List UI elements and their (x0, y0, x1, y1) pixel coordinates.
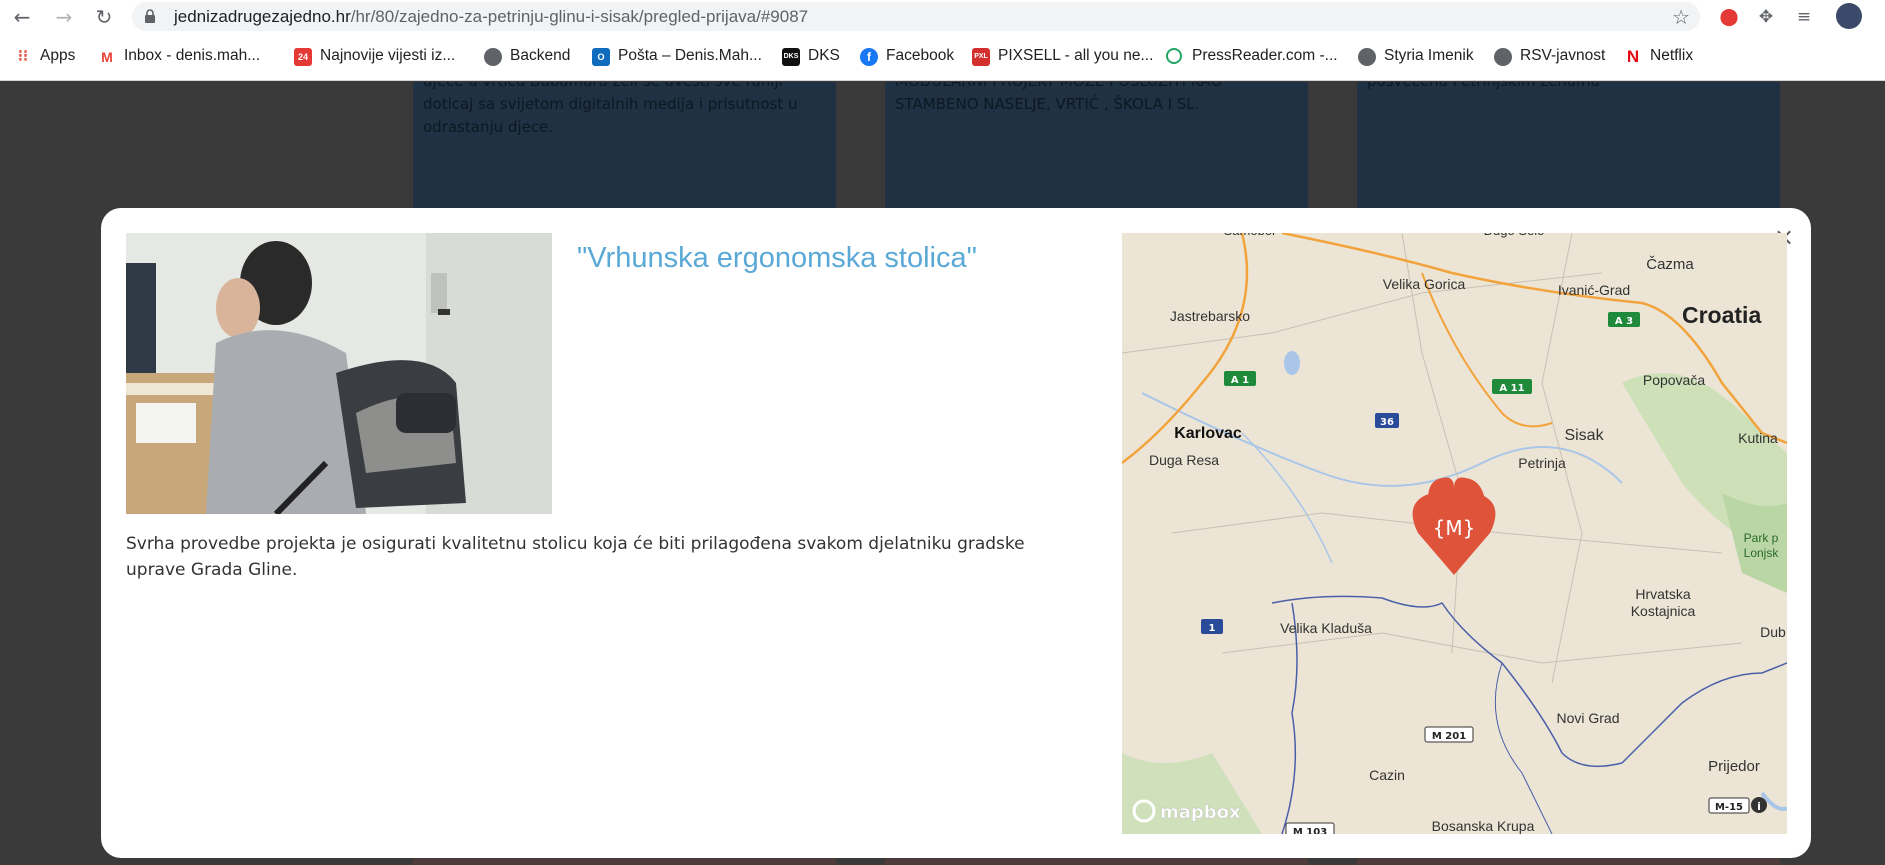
facebook-icon: f (860, 48, 878, 66)
map-place-label: Samobor (1224, 233, 1277, 238)
road-shield: M 201 (1424, 726, 1474, 743)
news-icon: 24 (294, 48, 312, 66)
svg-text:A 3: A 3 (1615, 316, 1633, 327)
address-bar[interactable]: jednizadrugezajedno.hr/hr/80/zajedno-za-… (132, 2, 1700, 31)
project-description: Svrha provedbe projekta je osigurati kva… (126, 534, 1025, 580)
lake (1284, 351, 1300, 375)
map-place-label: Cazin (1369, 767, 1405, 783)
map-place-label: Prijedor (1708, 758, 1760, 775)
outlook-icon: O (592, 48, 610, 66)
lock-icon (145, 9, 155, 23)
map-place-label: Kutina (1738, 430, 1778, 446)
project-photo (126, 233, 552, 514)
reading-list-icon[interactable]: ≡ (1792, 6, 1816, 28)
back-arrow-icon[interactable]: ← (10, 5, 34, 29)
netflix-icon: N (1626, 47, 1640, 66)
attribution-text: mapbox (1160, 802, 1241, 823)
gmail-icon: M (98, 48, 116, 66)
map-place-label: Duga Resa (1149, 452, 1219, 468)
map-place-label: Kostajnica (1631, 603, 1696, 619)
map-place-label: Lonjsk (1744, 546, 1780, 560)
svg-text:M 103: M 103 (1293, 827, 1327, 834)
location-map[interactable]: Samobor Dugo Selo Čazma Velika Gorica Ivanić… (1122, 233, 1787, 834)
map-place-label: Petrinja (1518, 455, 1566, 471)
bookmark-gmail[interactable]: M Inbox - denis.mah... (98, 45, 260, 67)
map-place-label: Velika Kladuša (1280, 620, 1372, 636)
map-place-label: Dub (1760, 624, 1786, 640)
svg-text:1: 1 (1209, 623, 1216, 634)
bookmark-pressreader[interactable]: PressReader.com -... (1166, 45, 1338, 67)
map-place-label: Sisak (1564, 427, 1604, 444)
map-place-label: Bosanska Krupa (1432, 818, 1535, 834)
marker-label: {M} (1433, 516, 1476, 540)
road-shield: M-15 (1708, 797, 1750, 814)
bookmarks-bar: ⁝⁝ Apps M Inbox - denis.mah... 24 Najnovije… (0, 34, 1885, 81)
project-card[interactable]: MODULARNI PROJEKT MOŽE POSLUŽITI KAO STA… (885, 82, 1308, 217)
road-shield: A 11 (1492, 379, 1532, 394)
extensions-puzzle-icon[interactable]: ✥ (1754, 6, 1778, 28)
bookmark-apps[interactable]: ⁝⁝ Apps (14, 45, 75, 67)
bookmark-rsv[interactable]: RSV-javnost (1494, 45, 1605, 67)
svg-text:A 1: A 1 (1231, 375, 1249, 386)
globe-icon (484, 48, 502, 66)
bookmark-pixsell[interactable]: PXL PIXSELL - all you ne... (972, 45, 1153, 67)
map-place-label: Park p (1744, 531, 1779, 545)
map-place-label: Jastrebarsko (1170, 308, 1250, 324)
road-shield: M 103 (1285, 822, 1335, 834)
svg-text:36: 36 (1380, 417, 1394, 428)
map-country-label: Croatia (1682, 302, 1761, 328)
bookmark-dks[interactable]: DKS DKS (782, 45, 840, 67)
map-place-label: Hrvatska (1635, 586, 1690, 602)
map-place-label: Karlovac (1174, 425, 1242, 442)
road-shield: 1 (1201, 619, 1223, 634)
project-card[interactable]: djece u vrtiću Bubamara želi se uvesti s… (413, 82, 836, 217)
bookmark-facebook[interactable]: f Facebook (860, 45, 954, 67)
bookmark-posta[interactable]: O Pošta – Denis.Mah... (592, 45, 762, 67)
pixsell-icon: PXL (972, 48, 990, 66)
profile-avatar[interactable] (1836, 3, 1862, 29)
bookmark-star-icon[interactable]: ☆ (1672, 5, 1690, 29)
map-place-label: Ivanić-Grad (1558, 282, 1630, 298)
road-shield: 36 (1375, 413, 1399, 428)
map-place-label: Dugo Selo (1484, 233, 1545, 238)
globe-icon (1494, 48, 1512, 66)
map-place-label: Novi Grad (1556, 710, 1619, 726)
svg-text:i: i (1757, 800, 1761, 813)
map-place-label: Velika Gorica (1383, 276, 1466, 292)
map-place-label: Popovača (1643, 372, 1705, 388)
svg-text:A 11: A 11 (1499, 383, 1524, 394)
road-shield: A 3 (1608, 312, 1640, 327)
reload-icon[interactable]: ↻ (92, 5, 116, 29)
project-title: "Vrhunska ergonomska stolica" (577, 242, 977, 274)
svg-text:M 201: M 201 (1432, 731, 1466, 742)
svg-text:M-15: M-15 (1715, 802, 1743, 813)
forward-arrow-icon[interactable]: → (52, 5, 76, 29)
bookmark-styria[interactable]: Styria Imenik (1358, 45, 1474, 67)
dks-icon: DKS (782, 48, 800, 66)
apps-grid-icon: ⁝⁝ (17, 48, 29, 65)
road-shield: A 1 (1224, 371, 1256, 386)
project-card[interactable]: posvećena Petrinjskim ženama (1357, 82, 1780, 217)
globe-icon (1358, 48, 1376, 66)
pressreader-icon (1166, 48, 1182, 64)
info-icon[interactable]: i (1751, 797, 1767, 813)
bookmark-netflix[interactable]: N Netflix (1624, 45, 1693, 67)
opera-extension-icon[interactable]: ⬤ (1717, 6, 1741, 28)
project-modal: "Vrhunska ergonomska stolica" Svrha prov… (101, 208, 1811, 858)
url-text[interactable]: jednizadrugezajedno.hr/hr/80/zajedno-za-… (174, 7, 808, 27)
bookmark-najnovije[interactable]: 24 Najnovije vijesti iz... (294, 45, 455, 67)
browser-toolbar: ← → ↻ jednizadrugezajedno.hr/hr/80/zajed… (0, 0, 1885, 34)
bookmark-backend[interactable]: Backend (484, 45, 570, 67)
map-place-label: Čazma (1646, 256, 1694, 273)
